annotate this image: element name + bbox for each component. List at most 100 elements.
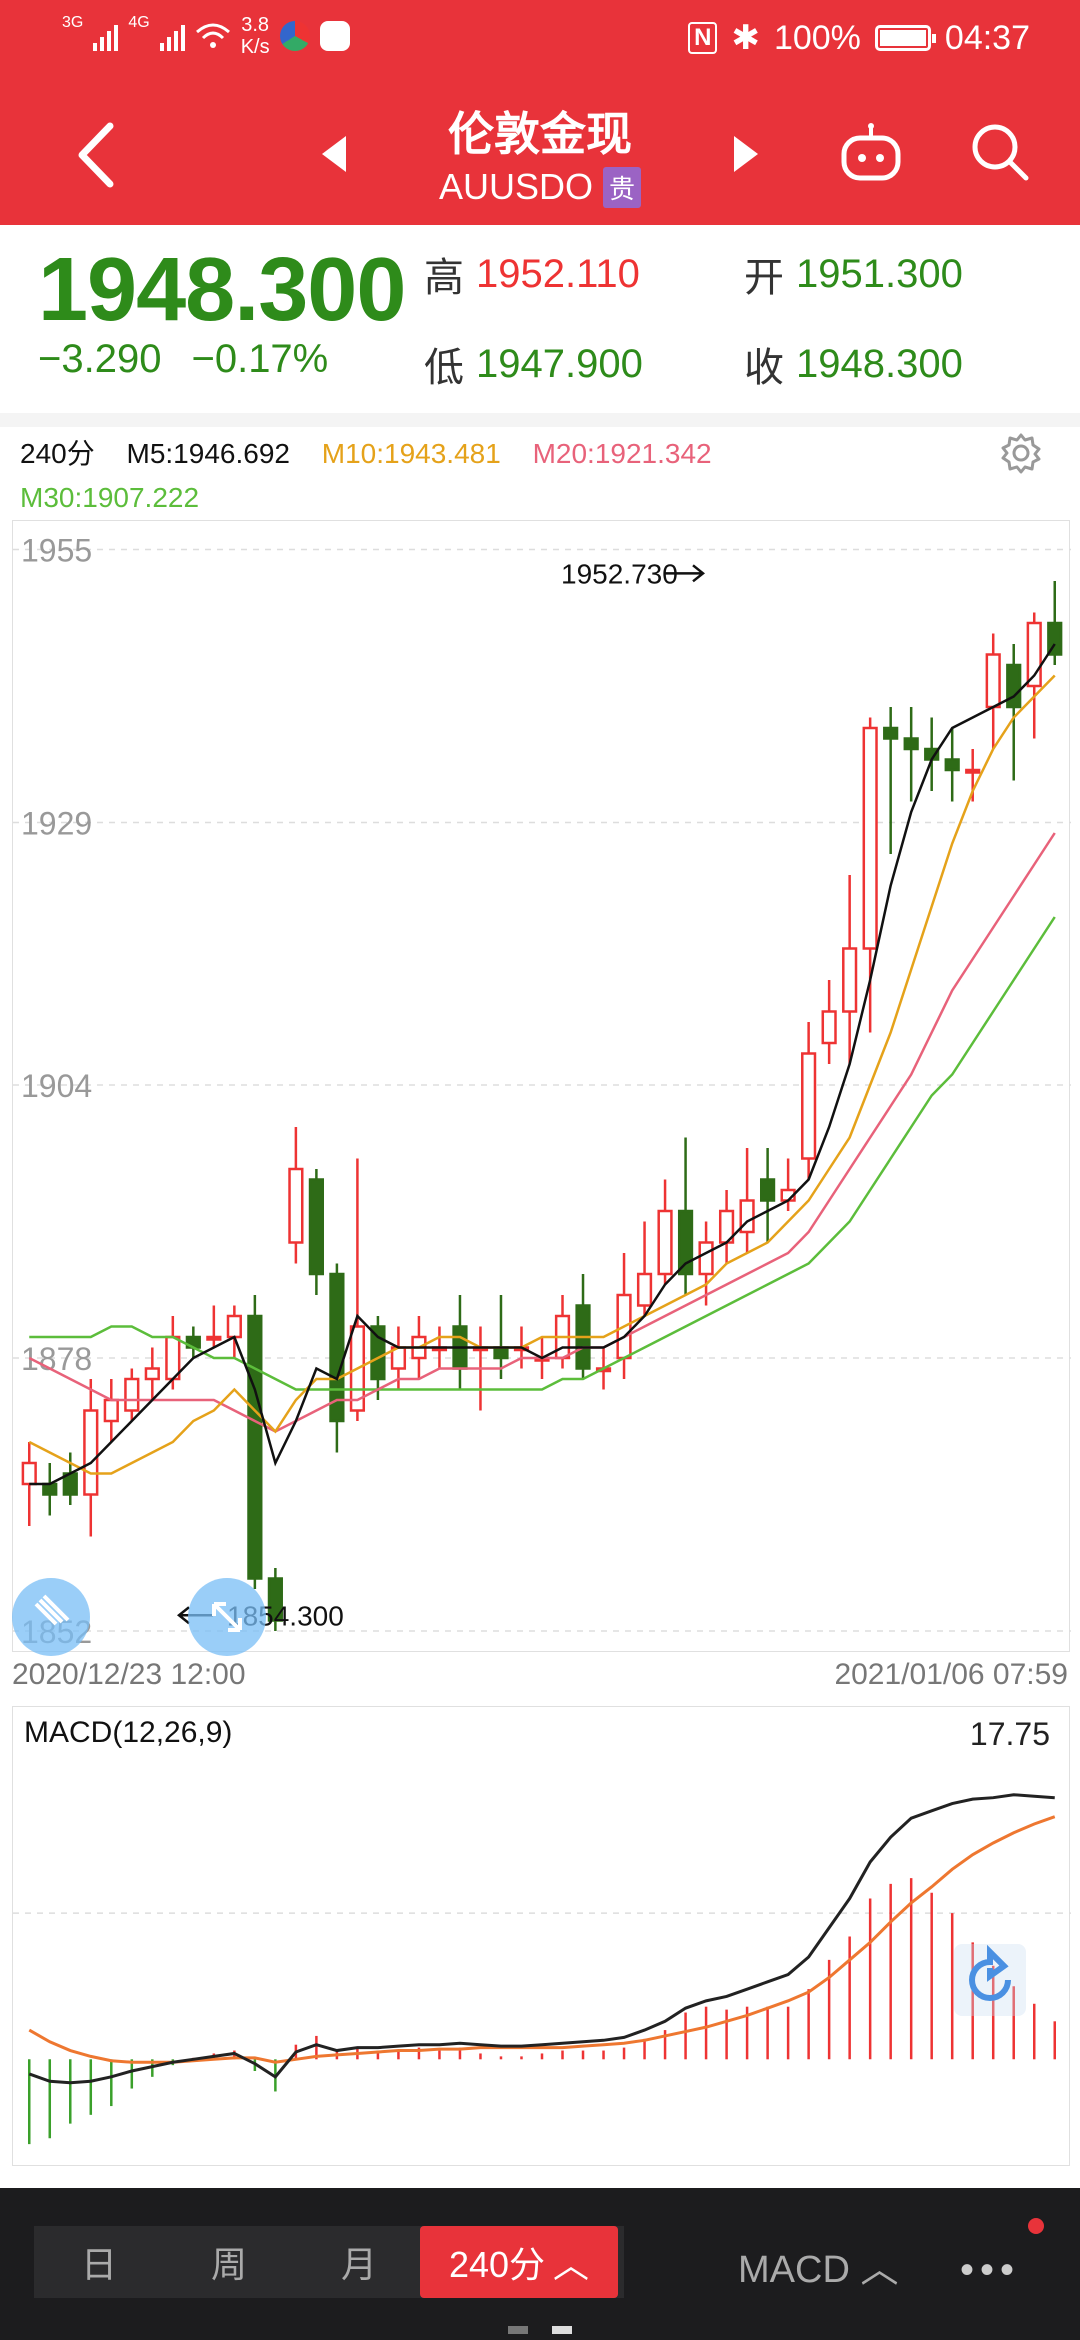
candle-up — [657, 1209, 673, 1276]
page-title: 伦敦金现 — [448, 108, 632, 160]
candle-up — [965, 768, 981, 774]
chart-start-date: 2020/12/23 12:00 — [12, 1658, 246, 1691]
search-icon[interactable] — [968, 120, 1032, 184]
tab-day[interactable]: 日 — [34, 2236, 164, 2288]
ma5-label: M5:1946.692 — [126, 438, 290, 469]
macd-svg — [13, 1793, 1071, 2145]
price-change-row: −3.290 −0.17% — [38, 337, 328, 382]
y-tick-label: 1955 — [21, 533, 92, 569]
period-label: 240分 — [20, 438, 95, 469]
divider — [0, 413, 1080, 427]
collapse-panel-button[interactable] — [12, 1578, 90, 1656]
collapse-icon — [34, 1594, 70, 1626]
kline-svg: 195519291904187818521952.7301854.300 — [13, 533, 1071, 1650]
network-speed: 3.8 K/s — [241, 14, 270, 58]
low-label: 低 — [424, 346, 464, 390]
price-change-percent: −0.17% — [191, 337, 329, 381]
bluetooth-icon: ✱ — [731, 19, 760, 57]
network-4g-label: 4G — [128, 14, 150, 31]
browser-notification-icon — [319, 21, 350, 51]
open-value: 1951.300 — [796, 251, 963, 296]
kline-chart[interactable]: 195519291904187818521952.7301854.300 — [12, 520, 1071, 1652]
candle-down — [493, 1346, 509, 1360]
moving-average-legend: 240分 M5:1946.692 M10:1943.481 M20:1921.3… — [20, 432, 1000, 520]
home-indicator — [552, 2326, 572, 2334]
candle-up — [862, 726, 878, 950]
candle-up — [288, 1167, 304, 1244]
top-header: 3G 4G 3.8 K/s N ✱ 100% 04:37 伦敦金现 AUUSDO … — [0, 0, 1080, 225]
category-badge: 贵 — [603, 166, 642, 208]
max-price-label: 1952.730 — [561, 558, 678, 589]
candle-up — [144, 1367, 160, 1381]
period-tabs: 日 周 月 240分 ︿ — [34, 2226, 624, 2298]
low-stat: 低 1947.900 — [424, 335, 643, 393]
macd-chart[interactable] — [12, 1706, 1071, 2166]
candle-down — [370, 1325, 386, 1381]
price-change: −3.290 — [38, 337, 162, 381]
speed-value: 3.8 — [241, 14, 270, 36]
nav-bar: 伦敦金现 AUUSDO 贵 — [0, 90, 1080, 225]
candle-down — [42, 1482, 58, 1496]
candle-up — [206, 1335, 222, 1341]
candle-up — [226, 1314, 242, 1339]
ma10-label: M10:1943.481 — [321, 438, 501, 469]
expand-icon — [212, 1602, 242, 1632]
robot-assistant-icon[interactable] — [838, 122, 904, 188]
candle-down — [759, 1178, 776, 1202]
indicator-selector[interactable]: MACD ︿ — [738, 2238, 898, 2293]
open-stat: 开 1951.300 — [744, 245, 963, 303]
gear-icon[interactable] — [1000, 432, 1042, 474]
quote-panel: 1948.300 −3.290 −0.17% 高 1952.110 开 1951… — [0, 225, 1080, 413]
high-stat: 高 1952.110 — [424, 245, 640, 303]
high-value: 1952.110 — [476, 251, 640, 296]
tab-month[interactable]: 月 — [294, 2236, 424, 2288]
more-menu-icon[interactable]: ••• — [960, 2248, 1020, 2293]
candle-up — [103, 1398, 119, 1423]
close-stat: 收 1948.300 — [744, 335, 963, 393]
indicator-selector-label: MACD — [738, 2249, 850, 2291]
candle-up — [83, 1409, 99, 1496]
status-bar: 3G 4G 3.8 K/s N ✱ 100% 04:37 — [0, 0, 1080, 80]
candle-up — [801, 1052, 817, 1160]
ma20-label: M20:1921.342 — [532, 438, 712, 469]
prev-instrument-button[interactable] — [322, 136, 346, 172]
signal-icon — [93, 21, 119, 51]
instrument-code-text: AUUSDO — [438, 166, 593, 207]
last-price: 1948.300 — [38, 240, 406, 340]
reset-chart-icon[interactable] — [950, 1940, 1030, 2020]
candle-up — [636, 1272, 653, 1307]
candle-down — [1006, 663, 1022, 709]
tab-240min[interactable]: 240分 ︿ — [420, 2226, 618, 2298]
clock: 04:37 — [944, 18, 1030, 57]
status-left: 3G 4G 3.8 K/s — [62, 14, 350, 58]
high-label: 高 — [424, 256, 464, 300]
back-arrow-icon[interactable] — [70, 120, 130, 190]
wifi-icon — [195, 23, 230, 48]
chart-end-date: 2021/01/06 07:59 — [834, 1658, 1068, 1691]
notification-dot — [1028, 2218, 1044, 2234]
candle-up — [21, 1461, 37, 1486]
network-3g-label: 3G — [62, 14, 84, 31]
candle-down — [883, 726, 899, 740]
chevron-up-icon: ︿ — [553, 2244, 590, 2285]
tab-week[interactable]: 周 — [164, 2236, 294, 2288]
fullscreen-button[interactable] — [188, 1578, 266, 1656]
candle-up — [985, 653, 1001, 709]
candle-up — [842, 947, 858, 1013]
next-instrument-button[interactable] — [734, 136, 758, 172]
macd-dif-line — [28, 1793, 1055, 2085]
candle-down — [903, 737, 919, 751]
ma30-label: M30:1907.222 — [20, 482, 200, 513]
macd-dea-line — [28, 1815, 1056, 2064]
macd-label: MACD(12,26,9) — [24, 1716, 233, 1749]
macd-value: 17.75 — [969, 1716, 1050, 1752]
y-tick-label: 1929 — [21, 806, 92, 842]
close-value: 1948.300 — [796, 341, 963, 386]
battery-percent: 100% — [773, 18, 861, 57]
low-value: 1947.900 — [476, 341, 643, 386]
open-label: 开 — [744, 256, 784, 300]
speed-unit: K/s — [240, 36, 270, 58]
app-notification-icon — [279, 21, 310, 51]
candle-up — [698, 1241, 714, 1276]
nfc-icon: N — [688, 22, 718, 54]
